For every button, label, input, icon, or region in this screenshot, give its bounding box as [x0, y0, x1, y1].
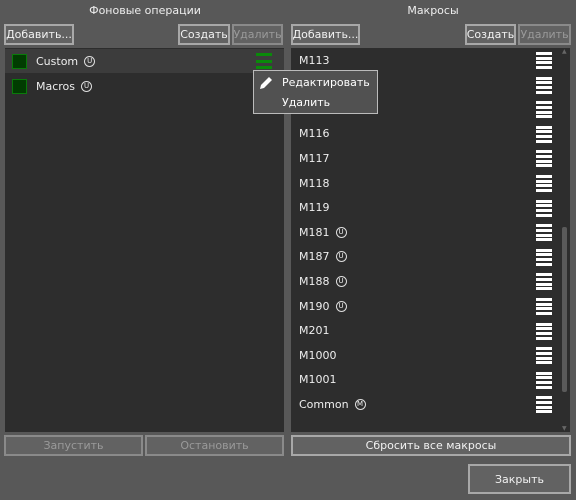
- item-name: Custom: [36, 54, 79, 68]
- stop-button[interactable]: Остановить: [145, 435, 284, 456]
- checkbox[interactable]: [12, 78, 27, 94]
- list-item[interactable]: Macros U: [5, 74, 284, 98]
- user-badge-icon: U: [84, 55, 96, 67]
- scroll-down-icon[interactable]: ▼: [562, 425, 567, 432]
- menu-item-edit[interactable]: Редактировать: [282, 76, 370, 89]
- scrollbar-thumb[interactable]: [562, 227, 567, 393]
- menu-icon[interactable]: [536, 396, 552, 414]
- user-badge-icon: U: [81, 80, 93, 92]
- list-item[interactable]: M1001: [291, 368, 558, 392]
- list-item[interactable]: M188 U: [291, 269, 558, 293]
- checkbox[interactable]: [12, 53, 27, 69]
- item-name: M119: [299, 201, 330, 215]
- list-item[interactable]: M187 U: [291, 245, 558, 269]
- list-item[interactable]: M190 U: [291, 294, 558, 318]
- list-item[interactable]: M119: [291, 196, 558, 220]
- menu-icon[interactable]: [536, 371, 552, 389]
- menu-icon[interactable]: [536, 101, 552, 119]
- left-add-button[interactable]: Добавить...: [4, 24, 74, 45]
- menu-icon[interactable]: [536, 175, 552, 192]
- u-badge-icon: U: [335, 226, 347, 238]
- left-create-button[interactable]: Создать: [178, 24, 230, 45]
- menu-icon[interactable]: [536, 199, 552, 217]
- right-delete-button[interactable]: Удалить: [518, 24, 571, 45]
- start-button[interactable]: Запустить: [4, 435, 143, 456]
- list-item[interactable]: M201: [291, 319, 558, 343]
- list-item[interactable]: M116: [291, 122, 558, 146]
- list-item[interactable]: M1000: [291, 343, 558, 367]
- menu-icon[interactable]: [536, 150, 552, 168]
- list-item[interactable]: M113: [291, 48, 558, 72]
- m-badge-icon: M: [354, 398, 366, 410]
- pencil-icon: [260, 77, 272, 89]
- menu-icon[interactable]: [536, 273, 552, 291]
- item-name: Macros: [36, 79, 76, 93]
- background-ops-title: Фоновые операции: [89, 4, 201, 17]
- scroll-up-icon[interactable]: ▲: [562, 48, 567, 55]
- right-create-button[interactable]: Создать: [465, 24, 516, 45]
- menu-icon[interactable]: [536, 125, 552, 143]
- item-name: M118: [299, 176, 330, 190]
- menu-icon[interactable]: [536, 224, 552, 242]
- item-name: M113: [299, 53, 330, 67]
- list-item[interactable]: M117: [291, 146, 558, 170]
- menu-icon[interactable]: [536, 76, 552, 94]
- item-name: M188: [299, 274, 330, 288]
- item-name: M190: [299, 299, 330, 313]
- close-button[interactable]: Закрыть: [468, 464, 571, 494]
- u-badge-icon: U: [335, 251, 347, 263]
- item-name: M1001: [299, 373, 337, 387]
- macros-title: Макросы: [407, 4, 459, 17]
- list-item[interactable]: Custom U: [5, 49, 284, 73]
- menu-icon[interactable]: [536, 298, 552, 315]
- item-name: M117: [299, 151, 330, 165]
- item-name: Common: [299, 397, 349, 411]
- item-name: M1000: [299, 348, 337, 362]
- menu-icon[interactable]: [256, 53, 272, 69]
- item-name: M201: [299, 324, 330, 338]
- item-name: M116: [299, 127, 330, 141]
- reset-macros-button[interactable]: Сбросить все макросы: [291, 435, 571, 456]
- list-item[interactable]: M118: [291, 171, 558, 195]
- menu-icon[interactable]: [536, 322, 552, 340]
- menu-icon[interactable]: [536, 248, 552, 266]
- left-delete-button[interactable]: Удалить: [232, 24, 283, 45]
- menu-item-delete[interactable]: Удалить: [282, 96, 330, 109]
- item-name: M187: [299, 250, 330, 264]
- list-item[interactable]: Common M: [291, 392, 558, 416]
- u-badge-icon: U: [335, 300, 347, 312]
- menu-icon[interactable]: [536, 347, 552, 365]
- background-ops-list: Custom U Macros U: [5, 48, 284, 432]
- list-item[interactable]: M181 U: [291, 220, 558, 244]
- scrollbar[interactable]: ▲ ▼: [560, 48, 570, 432]
- context-menu: Редактировать Удалить: [253, 70, 378, 114]
- menu-icon[interactable]: [536, 52, 552, 69]
- right-add-button[interactable]: Добавить...: [291, 24, 360, 45]
- u-badge-icon: U: [335, 275, 347, 287]
- item-name: M181: [299, 225, 330, 239]
